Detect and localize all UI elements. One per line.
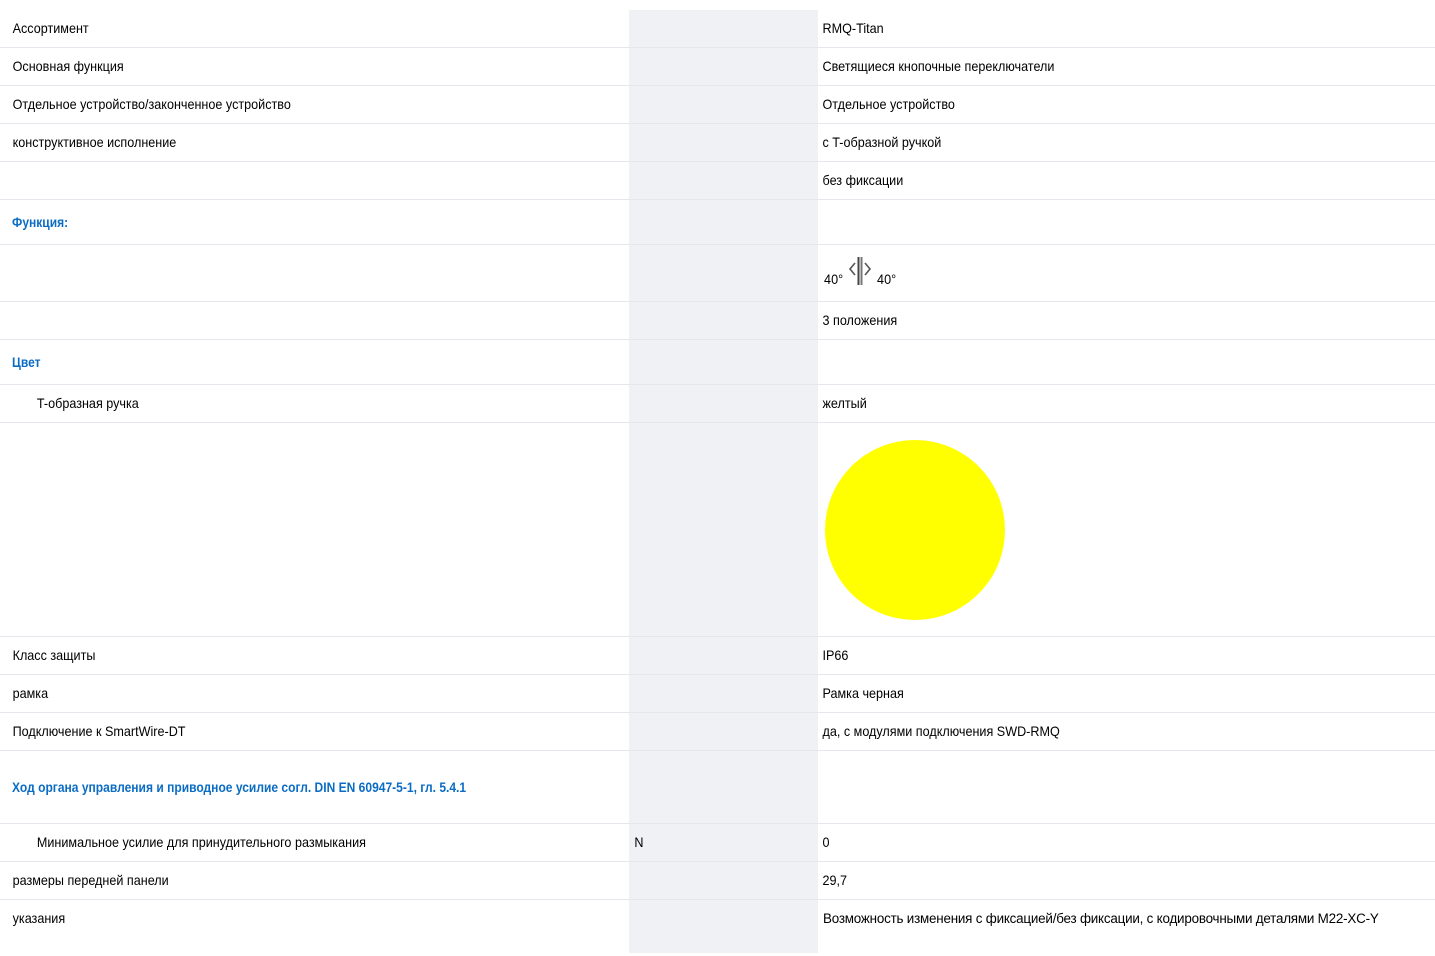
function-symbol: 40° 40° (818, 250, 897, 296)
right-angle-label: 40° (877, 270, 897, 287)
section-title: Цвет (12, 353, 41, 370)
row-value: с T-образной ручкой (822, 134, 942, 150)
table-row: Минимальное усилие для принудительного р… (0, 823, 1435, 862)
table-row: рамка Рамка черная (0, 674, 1435, 713)
table-row: 3 положения (0, 301, 1435, 340)
table-row: конструктивное исполнение с T-образной р… (0, 123, 1435, 162)
table-row: указания Возможность изменения с фиксаци… (0, 899, 1435, 953)
row-label: Ассортимент (12, 20, 89, 36)
left-angle-label: 40° (824, 270, 844, 287)
row-label: Класс защиты (12, 647, 96, 663)
rotary-switch-icon (849, 257, 872, 285)
row-value: Рамка черная (822, 685, 904, 701)
section-title: Ход органа управления и приводное усилие… (12, 778, 467, 795)
table-row: Ассортимент RMQ-Titan (0, 10, 1435, 48)
row-label: T-образная ручка (36, 395, 139, 411)
table-row: Основная функция Светящиеся кнопочные пе… (0, 47, 1435, 86)
row-value: Отдельное устройство (822, 96, 955, 112)
row-label: размеры передней панели (12, 872, 169, 888)
row-value: RMQ-Titan (822, 20, 884, 36)
row-value: 0 (822, 834, 830, 850)
row-value: да, с модулями подключения SWD-RMQ (822, 723, 1060, 739)
row-value: 29,7 (822, 872, 848, 888)
row-value: без фиксации (822, 172, 904, 188)
table-row: Класс защиты IP66 (0, 636, 1435, 675)
table-row: без фиксации (0, 161, 1435, 200)
positions-value: 3 положения (822, 312, 898, 328)
section-header-travel: Ход органа управления и приводное усилие… (0, 750, 1435, 824)
row-value: Возможность изменения с фиксацией/без фи… (823, 911, 1379, 926)
section-header-function: Функция: (0, 199, 1435, 245)
table-row: Подключение к SmartWire-DT да, с модулям… (0, 712, 1435, 751)
row-label: Отдельное устройство/законченное устройс… (12, 96, 291, 112)
color-swatch-row (0, 422, 1435, 637)
section-header-color: Цвет (0, 339, 1435, 385)
spec-table: Ассортимент RMQ-Titan Основная функция С… (0, 10, 1435, 953)
row-label: указания (12, 910, 66, 926)
row-label: конструктивное исполнение (12, 134, 177, 150)
section-title: Функция: (12, 213, 69, 230)
row-label: Минимальное усилие для принудительного р… (36, 834, 366, 850)
top-cut-section-title (0, 0, 1435, 10)
row-label: Основная функция (12, 58, 124, 74)
color-swatch (825, 439, 1005, 620)
row-label: рамка (12, 685, 49, 701)
table-row: T-образная ручка желтый (0, 384, 1435, 423)
table-row: размеры передней панели 29,7 (0, 861, 1435, 900)
row-unit: N (634, 834, 644, 850)
row-value: IP66 (822, 647, 849, 663)
table-row: Отдельное устройство/законченное устройс… (0, 85, 1435, 124)
row-value: Светящиеся кнопочные переключатели (822, 58, 1055, 74)
row-label: Подключение к SmartWire-DT (12, 723, 186, 739)
function-symbol-row: 40° 40° (0, 244, 1435, 302)
row-value: желтый (822, 395, 867, 411)
